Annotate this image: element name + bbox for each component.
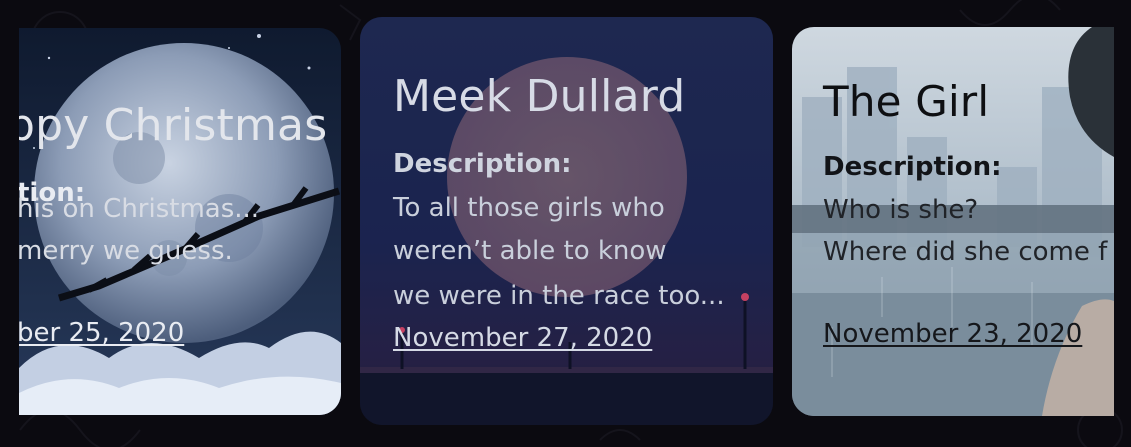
description-line: weren’t able to know (393, 236, 667, 266)
description-line: merry we guess. (19, 236, 233, 266)
card-content: The Girl Description: Who is she? Where … (792, 27, 1114, 416)
description-line: Where did she come f (823, 237, 1108, 267)
card-title[interactable]: ppy Christmas (19, 100, 327, 151)
description-line: we were in the race too... (393, 281, 725, 311)
post-date-link[interactable]: November 27, 2020 (393, 323, 652, 353)
description-line: his on Christmas... (19, 194, 260, 224)
post-card-christmas[interactable]: ppy Christmas tion: his on Christmas... … (19, 28, 341, 415)
card-content: Meek Dullard Description: To all those g… (360, 17, 773, 425)
description-label: Description: (823, 152, 1002, 182)
description-label: Description: (393, 149, 572, 179)
card-content: ppy Christmas tion: his on Christmas... … (19, 28, 341, 415)
description-line: To all those girls who (393, 193, 665, 223)
post-card-meek-dullard[interactable]: Meek Dullard Description: To all those g… (360, 17, 773, 425)
card-title[interactable]: The Girl (823, 77, 989, 126)
card-title[interactable]: Meek Dullard (393, 71, 685, 122)
post-date-link[interactable]: November 23, 2020 (823, 319, 1082, 349)
description-line: Who is she? (823, 195, 979, 225)
post-card-the-girl[interactable]: The Girl Description: Who is she? Where … (792, 27, 1114, 416)
post-date-link[interactable]: ber 25, 2020 (19, 318, 184, 348)
